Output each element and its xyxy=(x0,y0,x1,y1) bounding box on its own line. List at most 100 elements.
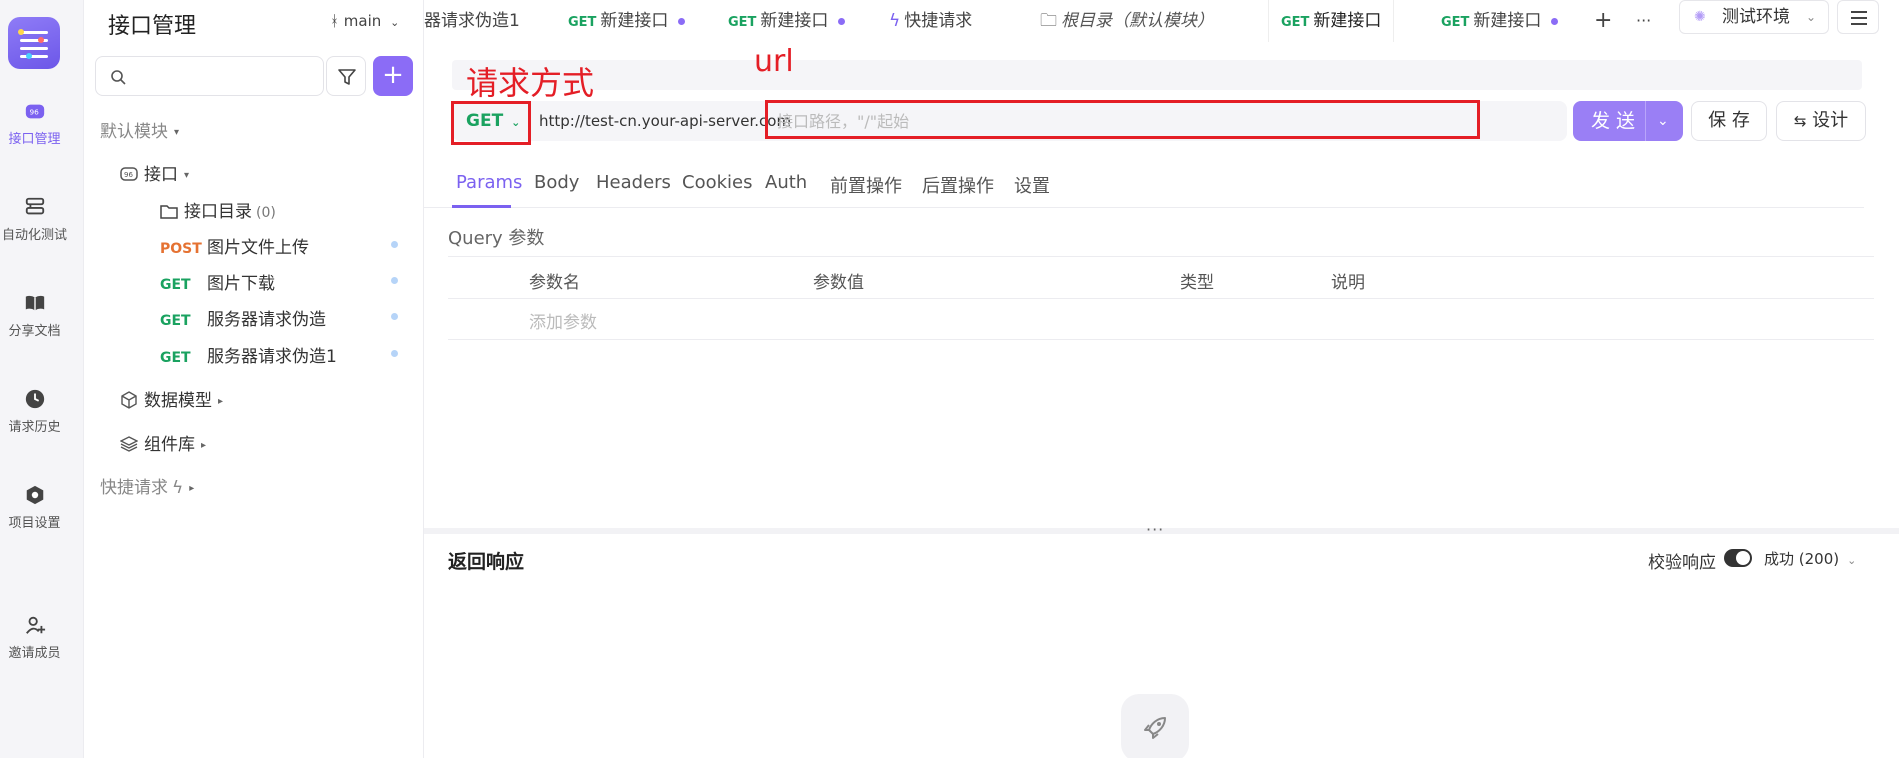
branch-selector[interactable]: ᚼ main ⌄ xyxy=(330,12,399,30)
tree-api-item[interactable]: GET 服务器请求伪造 xyxy=(160,305,424,330)
tab-method: GET xyxy=(728,15,757,30)
add-tab-button[interactable]: + xyxy=(1594,0,1612,42)
tree-api-item[interactable]: GET 服务器请求伪造1 xyxy=(160,342,424,367)
clock-icon xyxy=(25,389,44,409)
main-menu-button[interactable] xyxy=(1837,0,1879,34)
save-button[interactable]: 保 存 xyxy=(1691,101,1767,141)
tree-group-api[interactable]: 96 接口 ▾ xyxy=(120,160,189,185)
design-button[interactable]: ⇆ 设计 xyxy=(1776,101,1866,141)
tree-components[interactable]: 组件库 ▸ xyxy=(120,430,206,455)
subtab-cookies[interactable]: Cookies xyxy=(682,172,752,193)
caret-down-icon: ▾ xyxy=(184,169,190,181)
tree-api-item[interactable]: GET 图片下载 xyxy=(160,269,424,294)
tab-item[interactable]: ϟ 快捷请求 xyxy=(889,0,972,42)
filter-button[interactable] xyxy=(326,56,366,96)
lightning-icon: ϟ xyxy=(172,478,184,498)
chevron-down-icon: ⌄ xyxy=(390,16,400,29)
drag-handle-icon[interactable]: ··· xyxy=(1146,520,1164,539)
tab-method: GET xyxy=(568,15,597,30)
caret-down-icon: ▾ xyxy=(174,126,180,138)
empty-state-rocket xyxy=(1121,694,1189,758)
rail-item-label: 自动化测试 xyxy=(1,228,67,243)
rocket-icon xyxy=(1144,717,1166,739)
main-panel: 器请求伪造1 GET 新建接口 GET 新建接口 ϟ 快捷请求 🗀 根目录（默认模块） … xyxy=(424,0,1899,758)
tab-label: 新建接口 xyxy=(760,11,829,31)
tab-item[interactable]: 器请求伪造1 xyxy=(424,0,520,42)
subtab-body[interactable]: Body xyxy=(534,172,579,193)
rail-item-label: 请求历史 xyxy=(8,420,61,435)
environment-icon: ✺ xyxy=(1694,9,1706,25)
hexagon-settings-icon xyxy=(26,485,43,505)
tree-folder-api-dir[interactable]: 接口目录 (0) xyxy=(160,197,276,222)
data-model-label: 数据模型 xyxy=(144,391,212,411)
rail-item-label: 接口管理 xyxy=(8,132,61,147)
rail-item-label: 项目设置 xyxy=(8,516,61,531)
design-label: 设计 xyxy=(1812,110,1849,131)
rail-item-request-history[interactable]: 请求历史 xyxy=(0,388,69,435)
table-divider xyxy=(448,298,1874,299)
server-stack-icon xyxy=(25,197,44,215)
tab-item[interactable]: GET 新建接口 xyxy=(728,0,846,42)
components-label: 组件库 xyxy=(144,435,195,455)
unsaved-dot xyxy=(838,17,846,25)
subtab-settings[interactable]: 设置 xyxy=(1014,172,1050,198)
subtab-pre-script[interactable]: 前置操作 xyxy=(830,172,902,198)
subtab-post-script[interactable]: 后置操作 xyxy=(922,172,994,198)
tab-item[interactable]: GET 新建接口 xyxy=(1441,0,1559,42)
unsaved-dot xyxy=(1551,17,1559,25)
environment-selector[interactable]: ✺ 测试环境 ⌄ xyxy=(1679,0,1829,34)
tab-label: 快捷请求 xyxy=(904,11,973,31)
api-group-label: 接口 xyxy=(144,165,178,185)
tab-item-active[interactable]: GET 新建接口 xyxy=(1268,0,1395,42)
unsaved-dot xyxy=(678,17,686,25)
add-api-button[interactable]: + xyxy=(373,56,413,96)
subtab-headers[interactable]: Headers xyxy=(596,172,671,193)
send-button[interactable]: 发 送 ⌄ xyxy=(1573,101,1683,141)
branch-name: main xyxy=(343,12,382,30)
app-logo-icon[interactable] xyxy=(8,17,60,69)
send-label: 发 送 xyxy=(1591,110,1636,132)
tab-item[interactable]: 🗀 根目录（默认模块） xyxy=(1040,0,1214,42)
status-dot xyxy=(391,350,398,357)
add-user-icon xyxy=(25,616,45,634)
rail-item-api-management[interactable]: 96 接口管理 xyxy=(0,100,69,147)
tree-data-model[interactable]: 数据模型 ▸ xyxy=(120,386,223,411)
tree-quick-request[interactable]: 快捷请求 ϟ ▸ xyxy=(100,473,194,498)
quick-request-label: 快捷请求 xyxy=(100,478,168,498)
annotation-box-url xyxy=(765,100,1480,139)
sidebar-search-input[interactable] xyxy=(95,56,324,96)
api-icon: 96 xyxy=(120,167,138,181)
rail-item-invite-members[interactable]: 邀请成员 xyxy=(0,614,69,661)
rail-item-automation-test[interactable]: 自动化测试 xyxy=(0,196,69,243)
add-param-input[interactable]: 添加参数 xyxy=(529,308,597,333)
rail-item-project-settings[interactable]: 项目设置 xyxy=(0,484,69,531)
method-badge: GET xyxy=(160,350,191,366)
response-title: 返回响应 xyxy=(448,551,525,573)
tab-method: GET xyxy=(1441,15,1470,30)
verify-response-toggle[interactable] xyxy=(1724,549,1752,567)
verify-response-label: 校验响应 xyxy=(1648,553,1716,573)
subtab-auth[interactable]: Auth xyxy=(765,172,807,193)
breadcrumb xyxy=(452,60,1862,90)
subtab-params[interactable]: Params xyxy=(456,172,522,193)
method-badge: GET xyxy=(160,313,191,329)
folder-icon: 🗀 xyxy=(1040,11,1057,31)
rail-item-share-docs[interactable]: 分享文档 xyxy=(0,292,69,339)
book-icon xyxy=(25,295,44,311)
method-badge: GET xyxy=(160,277,191,293)
column-header-description: 说明 xyxy=(1331,273,1365,293)
response-status-select[interactable]: 成功 (200) ⌄ xyxy=(1764,548,1856,569)
caret-right-icon: ▸ xyxy=(189,482,195,494)
chevron-down-icon[interactable]: ⌄ xyxy=(1657,101,1669,141)
tree-module-default[interactable]: 默认模块 ▾ xyxy=(100,117,179,142)
tab-label: 器请求伪造1 xyxy=(424,11,520,31)
svg-text:96: 96 xyxy=(124,171,133,179)
tab-label: 根目录（默认模块） xyxy=(1061,11,1214,31)
swap-icon: ⇆ xyxy=(1793,112,1807,130)
tab-item[interactable]: GET 新建接口 xyxy=(568,0,686,42)
tree-api-item[interactable]: POST 图片文件上传 xyxy=(160,233,424,258)
rail-item-label: 分享文档 xyxy=(8,324,61,339)
caret-right-icon: ▸ xyxy=(201,439,207,451)
api-name: 服务器请求伪造1 xyxy=(207,347,337,367)
more-tabs-button[interactable]: ··· xyxy=(1636,0,1651,42)
